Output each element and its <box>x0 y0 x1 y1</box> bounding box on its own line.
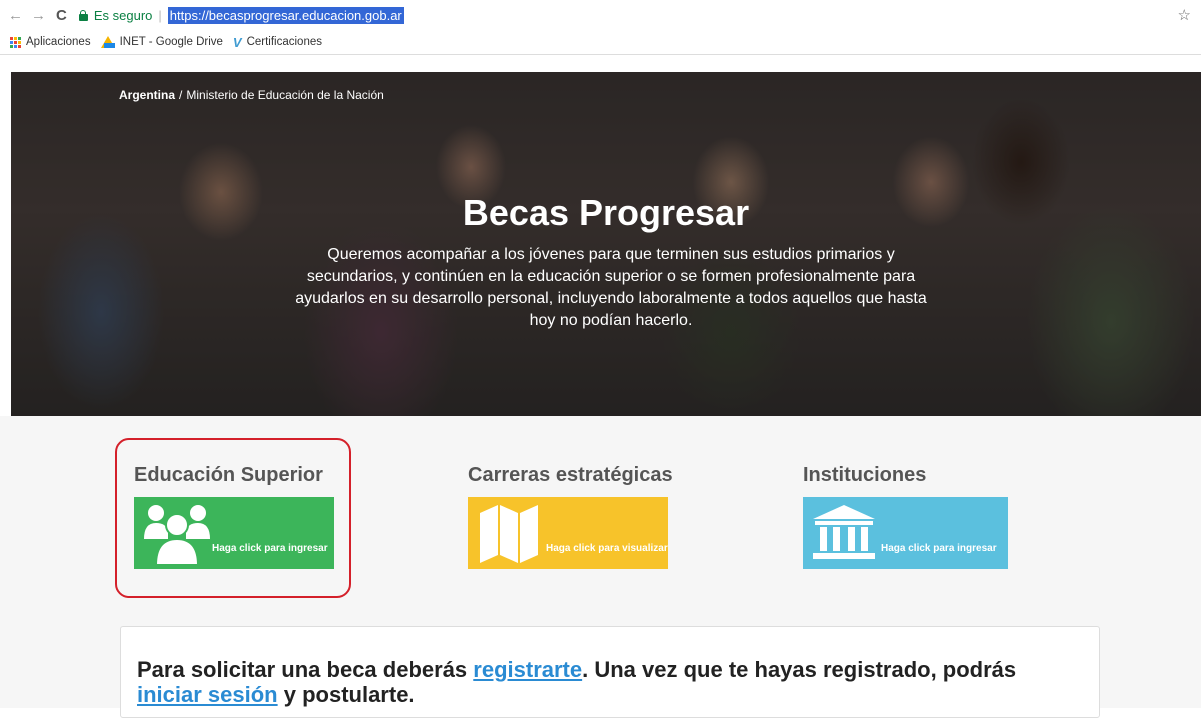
bookmarks-bar: Aplicaciones INET - Google Drive V Certi… <box>0 30 1201 55</box>
instituciones-button[interactable]: Haga click para ingresar <box>803 497 1008 569</box>
browser-address-bar: ← → C Es seguro | https://becasprogresar… <box>0 0 1201 30</box>
info-message: Para solicitar una beca deberás registra… <box>137 657 1077 707</box>
bookmark-label: Aplicaciones <box>26 36 91 48</box>
button-label: Haga click para visualizar <box>546 543 668 554</box>
breadcrumb-argentina[interactable]: Argentina <box>119 88 175 102</box>
apps-icon <box>10 36 21 48</box>
google-drive-icon <box>100 36 115 48</box>
highlight-annotation <box>115 438 351 598</box>
url-field[interactable]: https://becasprogresar.educacion.gob.ar <box>167 6 404 24</box>
bookmark-label: Certificaciones <box>246 36 322 48</box>
breadcrumb: Argentina / Ministerio de Educación de la … <box>119 88 384 102</box>
card-title: Instituciones <box>803 464 927 486</box>
bookmark-certificaciones[interactable]: V Certificaciones <box>233 35 322 50</box>
institution-building-icon <box>813 505 875 559</box>
card-carreras-estrategicas: Carreras estratégicas Haga click para vi… <box>468 464 673 569</box>
map-icon <box>480 505 538 563</box>
hero-banner: Argentina / Ministerio de Educación de la … <box>11 72 1201 416</box>
info-text-after: y postularte. <box>277 682 415 707</box>
back-arrow-icon[interactable]: ← <box>8 7 23 24</box>
bookmark-label: INET - Google Drive <box>119 36 223 48</box>
login-link[interactable]: iniciar sesión <box>137 682 278 707</box>
breadcrumb-ministerio[interactable]: Ministerio de Educación de la Nación <box>186 88 383 102</box>
page-title: Becas Progresar <box>462 192 750 233</box>
address-separator: | <box>158 7 162 23</box>
hero-description: Queremos acompañar a los jóvenes para qu… <box>295 246 927 329</box>
forward-arrow-icon[interactable]: → <box>31 7 46 24</box>
register-link[interactable]: registrarte <box>473 657 582 682</box>
button-label: Haga click para ingresar <box>881 543 997 554</box>
info-text-middle: . Una vez que te hayas registrado, podrá… <box>582 657 1017 682</box>
secure-label: Es seguro <box>93 7 153 23</box>
bookmark-inet-drive[interactable]: INET - Google Drive <box>100 36 223 48</box>
lock-icon <box>78 9 88 21</box>
bookmark-aplicaciones[interactable]: Aplicaciones <box>10 36 91 48</box>
reload-icon[interactable]: C <box>56 7 67 24</box>
info-panel: Para solicitar una beca deberás registra… <box>120 626 1100 718</box>
carreras-estrategicas-button[interactable]: Haga click para visualizar <box>468 497 668 569</box>
card-title: Carreras estratégicas <box>468 464 673 486</box>
card-instituciones: Instituciones Haga click para ingresar <box>803 464 1008 569</box>
certificaciones-icon: V <box>232 34 242 50</box>
bookmark-star-icon[interactable]: ☆ <box>1178 6 1191 24</box>
info-text-before: Para solicitar una beca deberás <box>137 657 474 682</box>
breadcrumb-separator: / <box>179 88 183 102</box>
